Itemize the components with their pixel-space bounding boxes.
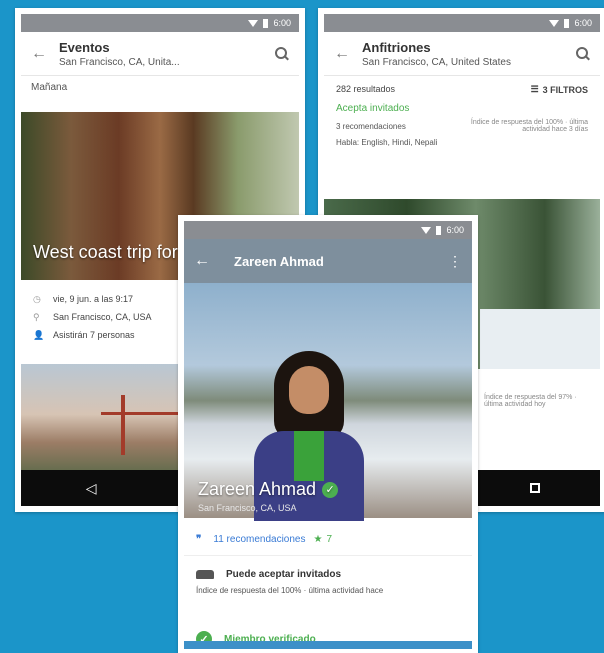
second-host-response: Índice de respuesta del 97% · última act… (484, 394, 577, 408)
more-options-icon[interactable]: ⋮ (448, 253, 462, 270)
status-time: 6:00 (273, 18, 291, 28)
location-subtitle[interactable]: San Francisco, CA, United States (362, 57, 576, 68)
person-icon: 👤 (33, 329, 45, 340)
host-photo-snow (480, 309, 600, 369)
filters-button[interactable]: ☰ 3 FILTROS (531, 84, 588, 95)
host-info: 3 recomendaciones Índice de respuesta de… (324, 114, 600, 154)
profile-app-bar: ← Zareen Ahmad ⋮ (184, 239, 472, 283)
recommendations-count: 3 recomendaciones (336, 121, 406, 131)
section-label: Mañana (31, 82, 68, 93)
recommendations-row: 3 recomendaciones Índice de respuesta de… (336, 118, 588, 134)
filter-icon: ☰ (530, 84, 539, 94)
wifi-icon (248, 19, 259, 27)
back-arrow-icon[interactable]: ← (194, 252, 234, 270)
quote-icon: ❞ (196, 534, 202, 545)
recommendations-row[interactable]: ❞ 11 recomendaciones ★ 7 (184, 524, 472, 556)
app-bar-titles: Anfitriones San Francisco, CA, United St… (362, 40, 576, 68)
app-bar: ← Eventos San Francisco, CA, Unita... (21, 32, 299, 76)
person-shirt (294, 431, 324, 481)
battery-icon (263, 18, 269, 28)
verified-check-icon: ✓ (322, 481, 339, 498)
battery-icon (564, 18, 570, 28)
page-title: Eventos (59, 39, 110, 55)
clock-icon: ◷ (33, 293, 41, 304)
status-bar: 6:00 (184, 221, 472, 239)
accept-title-row: Puede aceptar invitados (196, 569, 460, 580)
battery-icon (436, 225, 442, 235)
event-title[interactable]: West coast trip for (33, 242, 178, 263)
profile-name-title: Zareen Ahmad (234, 253, 324, 269)
wifi-icon (549, 19, 560, 27)
languages: Habla: English, Hindi, Nepali (336, 137, 438, 147)
results-count: 282 resultados (336, 84, 396, 94)
profile-screen: 6:00 ← Zareen Ahmad ⋮ Zareen Ahmad ✓ San… (184, 221, 472, 649)
event-attendees: Asistirán 7 personas (53, 330, 135, 340)
hero-name-text: Zareen Ahmad (198, 479, 317, 499)
profile-screen-card: 6:00 ← Zareen Ahmad ⋮ Zareen Ahmad ✓ San… (178, 215, 478, 653)
car-icon (196, 570, 214, 579)
star-count: 7 (326, 534, 333, 545)
person-face (289, 366, 329, 414)
hero-location: San Francisco, CA, USA (198, 503, 297, 513)
accepts-guests-label: Acepta invitados (336, 103, 410, 114)
page-title: Anfitriones (362, 39, 431, 55)
search-icon[interactable] (275, 46, 289, 61)
event-date: vie, 9 jun. a las 9:17 (53, 294, 134, 304)
app-bar: ← Anfitriones San Francisco, CA, United … (324, 32, 600, 76)
search-icon[interactable] (576, 46, 590, 61)
accept-subtitle: Índice de respuesta del 100% · última ac… (196, 586, 384, 595)
wifi-icon (421, 226, 432, 234)
status-bar: 6:00 (324, 14, 600, 32)
status-time: 6:00 (574, 18, 592, 28)
back-arrow-icon[interactable]: ← (31, 45, 59, 63)
nav-recent-apps-icon[interactable] (530, 483, 540, 493)
status-bar: 6:00 (21, 14, 299, 32)
status-time: 6:00 (446, 225, 464, 235)
app-bar-titles: Eventos San Francisco, CA, Unita... (59, 40, 275, 68)
location-pin-icon: ⚲ (33, 311, 40, 322)
accept-title: Puede aceptar invitados (226, 569, 342, 580)
bottom-action-strip (184, 641, 472, 649)
star-icon: ★ (313, 534, 323, 545)
hero-name: Zareen Ahmad ✓ (198, 479, 339, 500)
response-rate: Índice de respuesta del 100% · última ac… (470, 119, 588, 133)
accept-guests-section: Puede aceptar invitados Índice de respue… (184, 561, 472, 603)
languages-row: Habla: English, Hindi, Nepali (336, 134, 588, 150)
back-arrow-icon[interactable]: ← (334, 45, 362, 63)
location-subtitle[interactable]: San Francisco, CA, Unita... (59, 57, 275, 68)
filters-label: 3 FILTROS (542, 84, 588, 95)
results-bar: 282 resultados ☰ 3 FILTROS (324, 76, 600, 103)
recommendations-link[interactable]: 11 recomendaciones (213, 534, 305, 545)
event-location: San Francisco, CA, USA (53, 312, 152, 322)
nav-back-icon[interactable]: ◁ (86, 480, 97, 497)
